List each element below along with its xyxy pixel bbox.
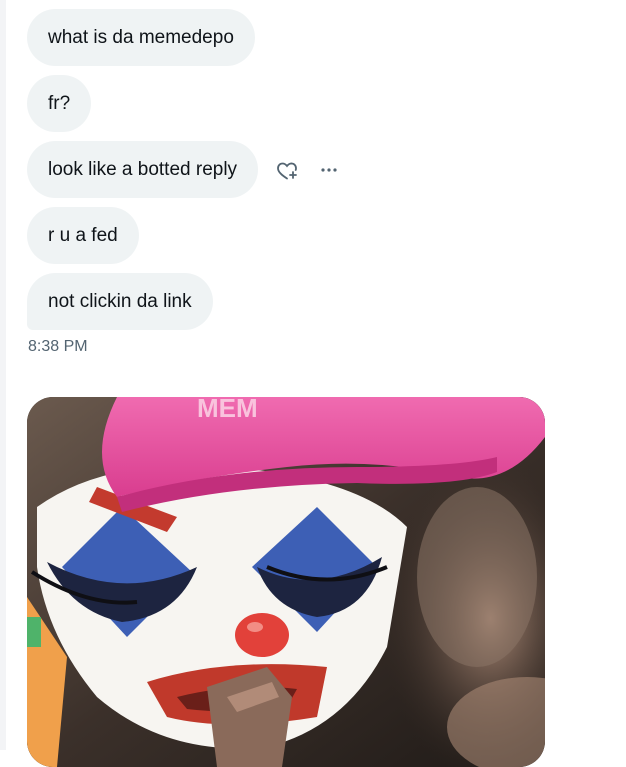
message-row: not clickin da link <box>27 273 587 330</box>
message-timestamp: 8:38 PM <box>28 338 88 355</box>
message-row: what is da memedepo <box>27 9 587 66</box>
heart-plus-icon[interactable] <box>274 157 300 183</box>
message-bubble[interactable]: what is da memedepo <box>27 9 255 66</box>
cap-text: MEM <box>197 397 258 423</box>
message-row: fr? <box>27 75 587 132</box>
more-horizontal-icon[interactable] <box>316 157 342 183</box>
meme-image: MEM <box>27 397 545 767</box>
conversation-divider <box>0 0 6 750</box>
message-bubble[interactable]: r u a fed <box>27 207 139 264</box>
media-attachment[interactable]: MEM <box>27 397 545 767</box>
message-thread: what is da memedepo fr? look like a bott… <box>27 9 587 356</box>
message-bubble[interactable]: not clickin da link <box>27 273 213 330</box>
message-bubble[interactable]: fr? <box>27 75 92 132</box>
message-row: r u a fed <box>27 207 587 264</box>
message-row: look like a botted reply <box>27 141 587 198</box>
message-bubble[interactable]: look like a botted reply <box>27 141 259 198</box>
message-actions <box>274 157 342 183</box>
